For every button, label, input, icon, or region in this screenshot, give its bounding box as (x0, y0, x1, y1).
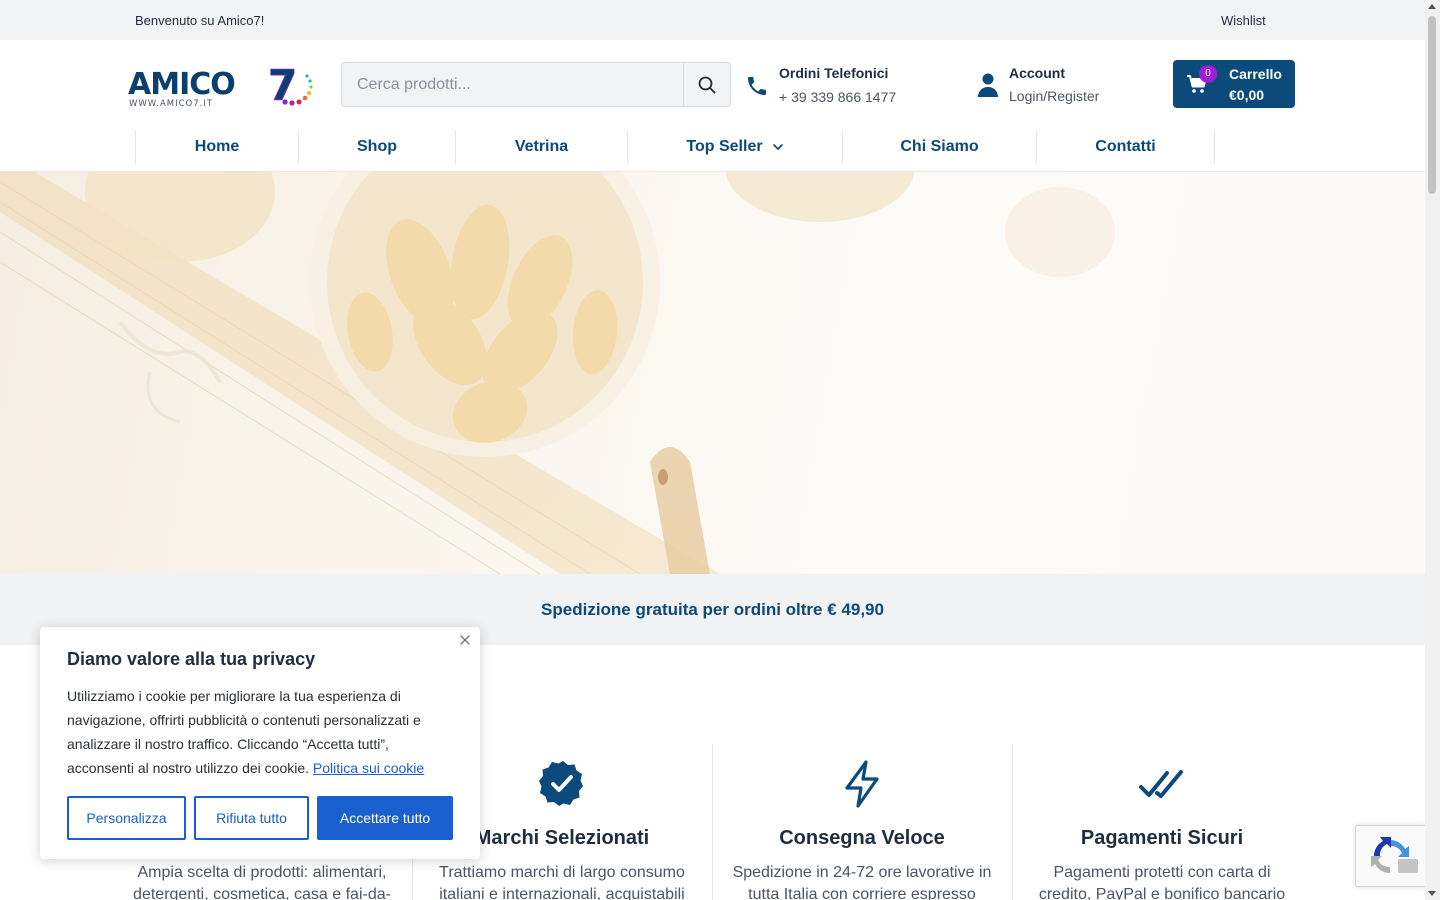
nav-shop[interactable]: Shop (298, 130, 455, 164)
free-shipping-text: Spedizione gratuita per ordini oltre € 4… (541, 599, 884, 619)
phone-icon (748, 77, 766, 95)
cart-total: €0,00 (1229, 87, 1265, 103)
nav-chi-siamo[interactable]: Chi Siamo (842, 130, 1036, 164)
hero-banner (0, 172, 1425, 574)
nav-home[interactable]: Home (135, 130, 298, 164)
customize-button[interactable]: Personalizza (67, 796, 186, 840)
logo-url-text: WWW.AMICO7.IT (129, 99, 213, 108)
scrollbar-thumb[interactable] (1428, 16, 1436, 194)
account-title: Account (1009, 65, 1065, 81)
cookie-policy-link[interactable]: Politica sui cookie (313, 760, 424, 776)
nav-home-label: Home (194, 138, 240, 155)
cart-count-badge: 0 (1199, 65, 1217, 83)
feature-fast-delivery-text: Spedizione in 24-72 ore lavorative in tu… (732, 864, 992, 900)
scroll-down-arrow-icon[interactable] (1428, 891, 1436, 896)
feature-brands-text: Trattiamo marchi di largo consumo italia… (439, 864, 685, 900)
feature-secure-payments-title: Pagamenti Sicuri (1080, 827, 1244, 849)
nav-vetrina[interactable]: Vetrina (455, 130, 627, 164)
welcome-text: Benvenuto su Amico7! (135, 13, 265, 28)
nav-shop-label: Shop (357, 138, 397, 155)
nav-top-seller[interactable]: Top Seller (627, 130, 842, 164)
cookie-consent-banner: Diamo valore alla tua privacy Utilizziam… (40, 627, 480, 859)
login-register-link[interactable]: Login/Register (1009, 88, 1099, 104)
pasta-hero-image (0, 172, 1115, 574)
nav-end-divider (1214, 130, 1215, 164)
wishlist-link[interactable]: Wishlist (1221, 13, 1266, 28)
nav-chi-siamo-label: Chi Siamo (900, 138, 979, 155)
nav-top-seller-label: Top Seller (686, 138, 763, 155)
double-check-icon (1139, 770, 1183, 798)
chevron-down-icon (772, 144, 783, 150)
cart-button[interactable]: 0 Carrello €0,00 (1173, 60, 1295, 108)
account-link[interactable]: Account Login/Register (977, 62, 1127, 108)
nav-vetrina-label: Vetrina (514, 138, 569, 155)
scroll-up-arrow-icon[interactable] (1428, 4, 1436, 9)
cookie-description: Utilizziamo i cookie per migliorare la t… (67, 684, 457, 780)
top-bar: Benvenuto su Amico7! Wishlist (0, 0, 1425, 40)
logo-brand-text: AMICO (128, 67, 235, 102)
feature-fast-delivery-title: Consegna Veloce (779, 827, 945, 849)
recaptcha-icon (1371, 837, 1418, 873)
search-box (341, 62, 731, 107)
feature-secure-payments: Pagamenti Sicuri Pagamenti protetti con … (1012, 745, 1312, 900)
page-scrollbar[interactable] (1425, 0, 1440, 900)
verified-badge-icon (539, 761, 583, 806)
nav-contatti[interactable]: Contatti (1036, 130, 1214, 164)
cart-title: Carrello (1229, 66, 1282, 82)
site-header: AMICO 7 WWW.AMICO7.IT Ordini Telefonici … (0, 40, 1425, 172)
feature-secure-payments-text: Pagamenti protetti con carta di credito,… (1038, 864, 1286, 900)
recaptcha-badge[interactable] (1355, 825, 1427, 887)
nav-contatti-label: Contatti (1095, 138, 1156, 155)
search-button[interactable] (683, 63, 730, 106)
user-icon (978, 73, 998, 97)
search-icon (698, 76, 716, 93)
close-icon[interactable] (458, 633, 472, 647)
phone-order-info: Ordini Telefonici + 39 339 866 1477 (745, 62, 945, 108)
cookie-title: Diamo valore alla tua privacy (67, 649, 316, 669)
amico7-logo[interactable]: AMICO 7 WWW.AMICO7.IT (128, 61, 314, 111)
accept-all-button[interactable]: Accettare tutto (317, 796, 453, 840)
lightning-icon (845, 760, 879, 808)
phone-number[interactable]: + 39 339 866 1477 (779, 89, 896, 105)
phone-title: Ordini Telefonici (779, 65, 889, 81)
feature-fast-delivery: Consegna Veloce Spedizione in 24-72 ore … (712, 745, 1012, 900)
search-input[interactable] (342, 63, 684, 106)
reject-all-button[interactable]: Rifiuta tutto (194, 796, 309, 840)
feature-assortment-text: Ampia scelta di prodotti: alimentari, de… (133, 864, 391, 900)
